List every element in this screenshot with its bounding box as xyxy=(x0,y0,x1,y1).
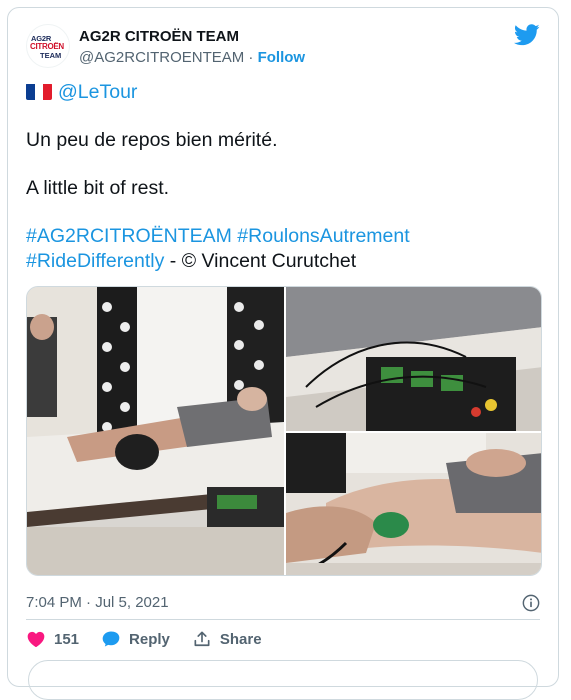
reply-label: Reply xyxy=(129,630,170,648)
hashtag-link[interactable]: #RoulonsAutrement xyxy=(237,225,409,247)
tweet-card: AG2R CITROËN TEAM AG2R CITROËN TEAM @AG2… xyxy=(7,7,559,700)
photo-electrode-leg[interactable] xyxy=(286,433,541,575)
photo-massage-room[interactable] xyxy=(27,287,284,575)
reply-button[interactable]: Reply xyxy=(101,629,170,649)
avatar-logo-line2: CITROËN xyxy=(30,42,64,51)
handle-row: @AG2RCITROENTEAM · Follow xyxy=(79,49,305,66)
follow-button[interactable]: Follow xyxy=(258,49,306,66)
share-label: Share xyxy=(219,630,262,648)
author-handle[interactable]: @AG2RCITROENTEAM xyxy=(79,49,244,66)
read-replies-bar[interactable] xyxy=(28,660,538,700)
photo-device-closeup[interactable] xyxy=(286,287,541,431)
tweet-timestamp[interactable]: 7:04 PM · Jul 5, 2021 xyxy=(26,594,169,611)
hashtag-link[interactable]: #AG2RCITROËNTEAM xyxy=(26,225,232,247)
info-icon[interactable] xyxy=(522,594,540,612)
mention-link[interactable]: @LeTour xyxy=(58,81,137,103)
action-bar: 151 Reply Share xyxy=(26,627,284,651)
heart-icon xyxy=(27,631,45,647)
avatar-logo-line3: TEAM xyxy=(40,51,62,60)
tweet-text: @LeTour Un peu de repos bien mérité. A l… xyxy=(26,80,536,274)
text-line-fr: Un peu de repos bien mérité. xyxy=(26,129,278,151)
text-line-en: A little bit of rest. xyxy=(26,177,170,199)
share-icon xyxy=(194,631,210,647)
tweet-header: AG2R CITROËN TEAM AG2R CITROËN TEAM @AG2… xyxy=(26,24,540,68)
separator: · xyxy=(248,49,254,66)
hashtag-link[interactable]: #RideDifferently xyxy=(26,250,164,272)
like-count: 151 xyxy=(54,630,80,648)
divider xyxy=(26,619,540,620)
like-button[interactable]: 151 xyxy=(26,629,79,649)
avatar[interactable]: AG2R CITROËN TEAM xyxy=(26,24,70,68)
photo-credit: - © Vincent Curutchet xyxy=(164,250,357,272)
reply-icon xyxy=(102,631,120,647)
author-name[interactable]: AG2R CITROËN TEAM xyxy=(79,28,239,45)
twitter-bird-icon[interactable] xyxy=(514,24,540,46)
hashtag-block: #AG2RCITROËNTEAM #RoulonsAutrement #Ride… xyxy=(26,224,536,274)
share-button[interactable]: Share xyxy=(192,629,262,649)
french-flag-icon xyxy=(26,83,52,100)
mention-line: @LeTour xyxy=(26,80,536,105)
media-grid xyxy=(26,286,542,576)
